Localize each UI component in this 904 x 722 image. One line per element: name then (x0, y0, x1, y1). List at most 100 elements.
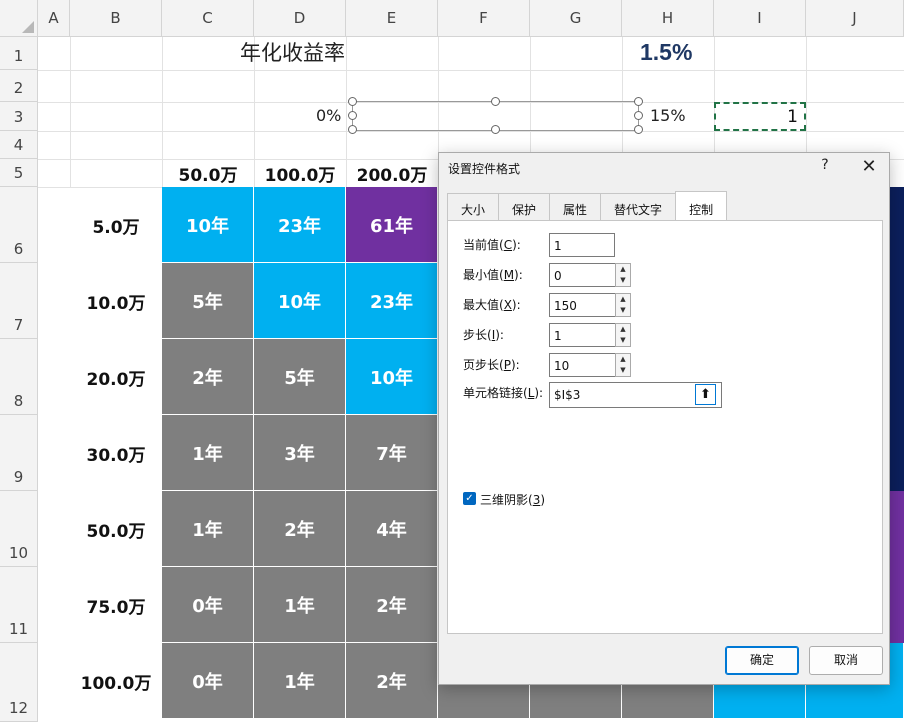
max-value-stepper[interactable]: ▲ ▼ (615, 293, 631, 317)
table-cell[interactable]: 5年 (162, 263, 254, 339)
page-step-input[interactable]: 10 (549, 353, 616, 377)
resize-handle[interactable] (634, 111, 643, 120)
column-header-f[interactable]: F (438, 0, 530, 37)
resize-handle[interactable] (491, 125, 500, 134)
row-header-2[interactable]: 2 (0, 70, 38, 102)
resize-handle[interactable] (634, 125, 643, 134)
monthly-label: 30.0万 (86, 445, 146, 466)
table-cell[interactable]: 1年 (162, 415, 254, 491)
row-header-12[interactable]: 12 (0, 643, 38, 722)
min-value-input[interactable]: 0 (549, 263, 616, 287)
linked-cell-i3[interactable]: 1 (714, 102, 806, 131)
row-header-5[interactable]: 5 (0, 159, 38, 187)
column-header-a[interactable]: A (38, 0, 70, 37)
resize-handle[interactable] (491, 97, 500, 106)
tab-control[interactable]: 控制 (675, 191, 728, 220)
table-cell[interactable]: 10年 (254, 263, 346, 339)
amount-header: 100.0万 (264, 165, 336, 186)
cancel-button[interactable]: 取消 (809, 646, 883, 675)
amount-header: 200.0万 (356, 165, 428, 186)
column-header-i[interactable]: I (714, 0, 806, 37)
table-cell[interactable]: 5年 (254, 339, 346, 415)
table-cell[interactable]: 4年 (346, 491, 438, 567)
table-cell[interactable]: 2年 (346, 567, 438, 643)
annual-rate-value: 1.5% (640, 39, 693, 65)
table-cell[interactable]: 2年 (346, 643, 438, 719)
step-stepper[interactable]: ▲ ▼ (615, 323, 631, 347)
current-value-input[interactable]: 1 (549, 233, 615, 257)
spin-up-icon[interactable]: ▲ (616, 264, 630, 275)
column-header-j[interactable]: J (806, 0, 904, 37)
close-icon[interactable]: ✕ (859, 156, 879, 177)
table-cell[interactable]: 2年 (162, 339, 254, 415)
row-header-11[interactable]: 11 (0, 567, 38, 643)
max-value-label: 最大值(X): (463, 298, 521, 312)
resize-handle[interactable] (348, 97, 357, 106)
column-header-h[interactable]: H (622, 0, 714, 37)
select-all-corner[interactable] (0, 0, 38, 37)
tab-properties[interactable]: 属性 (549, 193, 602, 220)
checkbox-checked-icon[interactable]: ✓ (463, 492, 476, 505)
spin-up-icon[interactable]: ▲ (616, 354, 630, 365)
table-cell[interactable]: 23年 (346, 263, 438, 339)
spin-down-icon[interactable]: ▼ (616, 305, 630, 316)
spin-down-icon[interactable]: ▼ (616, 275, 630, 286)
current-value-label: 当前值(C): (463, 238, 521, 252)
column-header-g[interactable]: G (530, 0, 622, 37)
table-cell[interactable]: 61年 (346, 187, 438, 263)
row-header-4[interactable]: 4 (0, 131, 38, 159)
column-header-d[interactable]: D (254, 0, 346, 37)
spin-up-icon[interactable]: ▲ (616, 324, 630, 335)
table-cell[interactable]: 1年 (254, 643, 346, 719)
monthly-label: 10.0万 (86, 293, 146, 314)
3d-shading-label[interactable]: 三维阴影(3) (480, 491, 545, 508)
spin-up-icon[interactable]: ▲ (616, 294, 630, 305)
table-cell[interactable]: 0年 (162, 643, 254, 719)
step-input[interactable]: 1 (549, 323, 616, 347)
row-header-9[interactable]: 9 (0, 415, 38, 491)
row-header-3[interactable]: 3 (0, 102, 38, 131)
table-cell[interactable]: 0年 (162, 567, 254, 643)
spin-down-icon[interactable]: ▼ (616, 365, 630, 376)
table-cell[interactable]: 7年 (346, 415, 438, 491)
monthly-label: 75.0万 (86, 597, 146, 618)
max-value-input[interactable]: 150 (549, 293, 616, 317)
row-header-1[interactable]: 1 (0, 37, 38, 70)
cell-link-label: 单元格链接(L): (463, 386, 544, 400)
column-header-b[interactable]: B (70, 0, 162, 37)
row-header-7[interactable]: 7 (0, 263, 38, 339)
spin-down-icon[interactable]: ▼ (616, 335, 630, 346)
table-cell[interactable]: 23年 (254, 187, 346, 263)
dialog-title: 设置控件格式 (448, 162, 521, 176)
table-cell[interactable]: 3年 (254, 415, 346, 491)
scroll-min-label: 0% (316, 106, 342, 125)
help-button[interactable]: ? (815, 157, 835, 173)
min-value-stepper[interactable]: ▲ ▼ (615, 263, 631, 287)
table-cell-edge (890, 187, 904, 491)
table-cell[interactable]: 2年 (254, 491, 346, 567)
control-panel: 当前值(C): 1 最小值(M): 0 ▲ ▼ 最大值(X): 150 ▲ ▼ 步长… (447, 220, 883, 634)
table-cell[interactable]: 10年 (162, 187, 254, 263)
tab-alt-text[interactable]: 替代文字 (600, 193, 677, 220)
row-header-8[interactable]: 8 (0, 339, 38, 415)
table-cell[interactable]: 1年 (254, 567, 346, 643)
column-header-e[interactable]: E (346, 0, 438, 37)
tab-size[interactable]: 大小 (447, 193, 500, 220)
column-header-c[interactable]: C (162, 0, 254, 37)
resize-handle[interactable] (348, 125, 357, 134)
page-step-stepper[interactable]: ▲ ▼ (615, 353, 631, 377)
row-header-6[interactable]: 6 (0, 187, 38, 263)
dialog-tabs: 大小 保护 属性 替代文字 控制 (447, 191, 728, 220)
ok-button[interactable]: 确定 (725, 646, 799, 675)
sheet-title: 年化收益率 (240, 41, 345, 65)
monthly-label: 50.0万 (86, 521, 146, 542)
resize-handle[interactable] (348, 111, 357, 120)
row-header-10[interactable]: 10 (0, 491, 38, 567)
table-cell[interactable]: 10年 (346, 339, 438, 415)
spreadsheet: A B C D E F G H I J 1 2 3 4 5 6 7 8 9 10… (0, 0, 904, 722)
tab-protection[interactable]: 保护 (498, 193, 551, 220)
table-cell[interactable]: 1年 (162, 491, 254, 567)
step-label: 步长(I): (463, 328, 504, 342)
resize-handle[interactable] (634, 97, 643, 106)
collapse-dialog-icon[interactable]: ⬆ (695, 384, 716, 405)
